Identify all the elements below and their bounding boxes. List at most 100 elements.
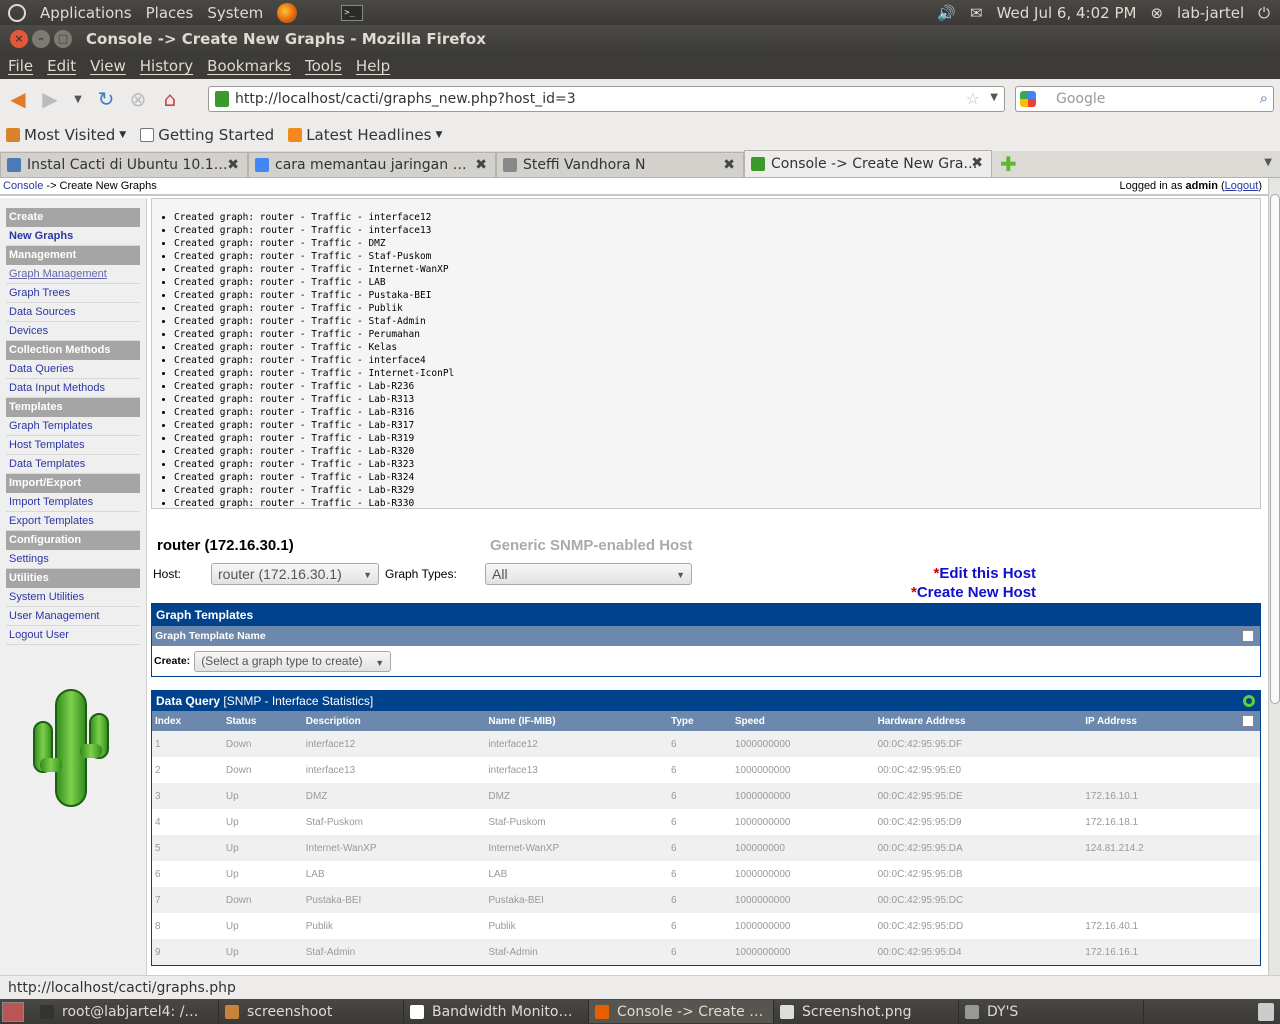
row-select-cell[interactable]	[1232, 861, 1260, 887]
taskbar-window-button[interactable]: DY'S	[959, 1000, 1144, 1023]
table-row[interactable]: 9 Up Staf-Admin Staf-Admin 6 1000000000 00:0C:…	[152, 939, 1260, 965]
minimize-window-button[interactable]: –	[32, 30, 50, 48]
power-icon[interactable]: ⏻	[1258, 4, 1270, 22]
row-select-cell[interactable]	[1232, 887, 1260, 913]
sidebar-item-settings[interactable]: Settings	[6, 550, 140, 569]
reload-query-icon[interactable]	[1243, 695, 1255, 707]
browser-tab[interactable]: Instal Cacti di Ubuntu 10.1… ✖	[0, 152, 248, 177]
table-row[interactable]: 2 Down interface13 interface13 6 1000000000 00…	[152, 757, 1260, 783]
taskbar-window-button[interactable]: Bandwidth Monito…	[404, 1000, 589, 1023]
maximize-window-button[interactable]: □	[54, 30, 72, 48]
table-row[interactable]: 4 Up Staf-Puskom Staf-Puskom 6 1000000000 00:0…	[152, 809, 1260, 835]
close-tab-icon[interactable]: ✖	[723, 157, 735, 173]
host-select[interactable]: router (172.16.30.1) ▼	[211, 563, 379, 585]
back-arrow-icon[interactable]: ◀	[4, 85, 32, 113]
user-menu[interactable]: lab-jartel	[1177, 4, 1244, 22]
ubuntu-logo-icon[interactable]	[8, 3, 26, 22]
bookmark-getting-started[interactable]: Getting Started	[140, 126, 274, 144]
stop-icon[interactable]: ⊗	[124, 85, 152, 113]
menu-history[interactable]: History	[140, 57, 193, 75]
menu-file[interactable]: File	[8, 57, 33, 75]
menu-help[interactable]: Help	[356, 57, 390, 75]
scrollbar-thumb[interactable]	[1270, 194, 1280, 704]
logout-link[interactable]: Logout	[1225, 180, 1259, 192]
new-tab-icon[interactable]: ✚	[1000, 152, 1017, 177]
close-tab-icon[interactable]: ✖	[971, 155, 983, 171]
firefox-launcher-icon[interactable]	[277, 2, 298, 23]
select-all-checkbox[interactable]	[1242, 630, 1254, 642]
history-dropdown-icon[interactable]: ▼	[68, 85, 88, 113]
applications-menu[interactable]: Applications	[40, 4, 132, 22]
url-dropdown-icon[interactable]: ▼	[990, 92, 998, 103]
page-scrollbar[interactable]	[1268, 178, 1280, 975]
site-identity-icon[interactable]	[215, 91, 229, 107]
table-row[interactable]: 7 Down Pustaka-BEI Pustaka-BEI 6 1000000000 00…	[152, 887, 1260, 913]
browser-tab[interactable]: cara memantau jaringan … ✖	[248, 152, 496, 177]
sidebar-item-import-templates[interactable]: Import Templates	[6, 493, 140, 512]
clock[interactable]: Wed Jul 6, 4:02 PM	[997, 4, 1137, 22]
row-select-cell[interactable]	[1232, 783, 1260, 809]
search-icon[interactable]: ⌕	[1260, 89, 1268, 107]
sidebar-item-user-management[interactable]: User Management	[6, 607, 140, 626]
row-select-cell[interactable]	[1232, 913, 1260, 939]
row-select-cell[interactable]	[1232, 731, 1260, 757]
sidebar-item-devices[interactable]: Devices	[6, 322, 140, 341]
row-select-cell[interactable]	[1232, 809, 1260, 835]
sidebar-item-new-graphs[interactable]: New Graphs	[6, 227, 140, 246]
graph-types-select[interactable]: All ▼	[485, 563, 692, 585]
browser-tab[interactable]: Console -> Create New Gra… ✖	[744, 150, 992, 177]
volume-icon[interactable]: 🔊	[937, 4, 956, 22]
sidebar-item-system-utilities[interactable]: System Utilities	[6, 588, 140, 607]
sidebar-item-graph-management[interactable]: Graph Management	[6, 265, 140, 284]
mail-icon[interactable]: ✉	[970, 4, 983, 22]
sidebar-item-export-templates[interactable]: Export Templates	[6, 512, 140, 531]
search-bar[interactable]: Google ⌕	[1015, 86, 1274, 112]
reload-icon[interactable]: ↻	[92, 85, 120, 113]
row-select-cell[interactable]	[1232, 757, 1260, 783]
close-tab-icon[interactable]: ✖	[227, 157, 239, 173]
taskbar-window-button[interactable]: Console -> Create …	[589, 1000, 774, 1023]
table-row[interactable]: 1 Down interface12 interface12 6 1000000000 00…	[152, 731, 1260, 757]
sidebar-item-graph-trees[interactable]: Graph Trees	[6, 284, 140, 303]
system-menu[interactable]: System	[207, 4, 263, 22]
close-window-button[interactable]: ×	[10, 30, 28, 48]
select-all-checkbox[interactable]	[1242, 715, 1254, 727]
taskbar-window-button[interactable]: screenshoot	[219, 1000, 404, 1023]
google-engine-icon[interactable]	[1020, 91, 1036, 107]
table-row[interactable]: 8 Up Publik Publik 6 1000000000 00:0C:42:95:95…	[152, 913, 1260, 939]
sidebar-item-graph-templates[interactable]: Graph Templates	[6, 417, 140, 436]
sidebar-item-host-templates[interactable]: Host Templates	[6, 436, 140, 455]
menu-bookmarks[interactable]: Bookmarks	[207, 57, 291, 75]
table-row[interactable]: 3 Up DMZ DMZ 6 1000000000 00:0C:42:95:95:DE 172…	[152, 783, 1260, 809]
menu-tools[interactable]: Tools	[305, 57, 342, 75]
bookmark-latest-headlines[interactable]: Latest Headlines ▼	[288, 126, 442, 144]
bookmark-star-icon[interactable]: ☆	[966, 89, 980, 108]
places-menu[interactable]: Places	[146, 4, 194, 22]
sidebar-item-logout-user[interactable]: Logout User	[6, 626, 140, 645]
row-select-cell[interactable]	[1232, 939, 1260, 965]
forward-arrow-icon[interactable]: ▶	[36, 85, 64, 113]
table-row[interactable]: 5 Up Internet-WanXP Internet-WanXP 6 10000000…	[152, 835, 1260, 861]
sidebar-item-data-sources[interactable]: Data Sources	[6, 303, 140, 322]
create-host-link[interactable]: Create New Host	[917, 584, 1036, 601]
menu-edit[interactable]: Edit	[47, 57, 76, 75]
taskbar-window-button[interactable]: Screenshot.png	[774, 1000, 959, 1023]
tab-list-dropdown-icon[interactable]: ▼	[1264, 157, 1272, 168]
url-bar[interactable]: http://localhost/cacti/graphs_new.php?ho…	[208, 86, 1005, 112]
show-desktop-icon[interactable]	[2, 1001, 24, 1022]
breadcrumb-console-link[interactable]: Console	[3, 180, 43, 192]
sidebar-item-data-queries[interactable]: Data Queries	[6, 360, 140, 379]
graph-type-select[interactable]: (Select a graph type to create) ▼	[194, 650, 392, 672]
taskbar-window-button[interactable]: root@labjartel4: /…	[34, 1000, 219, 1023]
sidebar-item-data-templates[interactable]: Data Templates	[6, 455, 140, 474]
home-icon[interactable]: ⌂	[156, 85, 184, 113]
table-row[interactable]: 6 Up LAB LAB 6 1000000000 00:0C:42:95:95:DB	[152, 861, 1260, 887]
row-select-cell[interactable]	[1232, 835, 1260, 861]
close-tab-icon[interactable]: ✖	[475, 157, 487, 173]
browser-tab[interactable]: Steffi Vandhora N ✖	[496, 152, 744, 177]
edit-host-link[interactable]: Edit this Host	[939, 565, 1036, 582]
sidebar-item-data-input-methods[interactable]: Data Input Methods	[6, 379, 140, 398]
menu-view[interactable]: View	[90, 57, 126, 75]
terminal-launcher-icon[interactable]: >_	[341, 4, 364, 21]
trash-icon[interactable]	[1258, 1002, 1274, 1021]
